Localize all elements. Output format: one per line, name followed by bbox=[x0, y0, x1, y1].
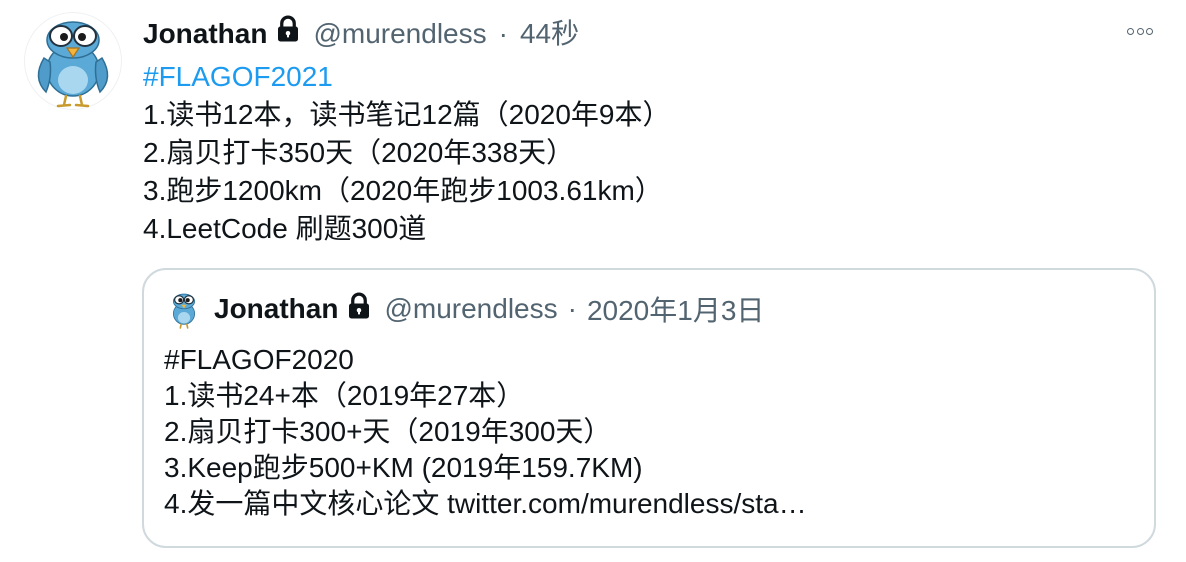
tweet-line: 3.跑步1200km（2020年跑步1003.61km） bbox=[143, 175, 663, 206]
quoted-line: 4.发一篇中文核心论文 twitter.com/murendless/sta… bbox=[164, 486, 807, 522]
quoted-truncated-link[interactable]: twitter.com/murendless/sta… bbox=[447, 488, 806, 519]
quoted-date: 2020年1月3日 bbox=[586, 295, 765, 326]
lock-icon bbox=[273, 14, 303, 55]
tweet-text: #FLAGOF2021 1.读书12本，读书笔记12篇（2020年9本） 2.扇… bbox=[143, 58, 671, 248]
quoted-author-name: Jonathan bbox=[214, 293, 339, 324]
avatar[interactable] bbox=[24, 12, 122, 110]
quoted-text: #FLAGOF2020 1.读书24+本（2019年27本） 2.扇贝打卡300… bbox=[164, 342, 807, 522]
tweet-line: 1.读书12本，读书笔记12篇（2020年9本） bbox=[143, 99, 671, 130]
lock-icon bbox=[344, 291, 374, 328]
tweet-line: 4.LeetCode 刷题300道 bbox=[143, 213, 427, 244]
quoted-line: 2.扇贝打卡300+天（2019年300天） bbox=[164, 416, 612, 447]
quoted-tweet-card[interactable]: Jonathan @murendless · 2020年1月3日 #FLAGOF… bbox=[142, 268, 1156, 548]
separator-dot: · bbox=[567, 293, 577, 324]
tweet-line: 2.扇贝打卡350天（2020年338天） bbox=[143, 137, 575, 168]
hashtag-link[interactable]: #FLAGOF2021 bbox=[143, 58, 671, 96]
more-options-button[interactable] bbox=[1120, 18, 1160, 44]
quoted-line: 1.读书24+本（2019年27本） bbox=[164, 380, 525, 411]
quoted-line: 3.Keep跑步500+KM (2019年159.7KM) bbox=[164, 452, 643, 483]
more-icon bbox=[1125, 27, 1154, 35]
quoted-author-handle: @murendless bbox=[384, 293, 558, 324]
bird-avatar-image bbox=[37, 21, 109, 108]
bird-avatar-image bbox=[172, 293, 196, 329]
quoted-header: Jonathan @murendless · 2020年1月3日 bbox=[214, 289, 764, 329]
author-handle[interactable]: @murendless bbox=[313, 14, 486, 54]
separator-dot: · bbox=[498, 18, 508, 49]
tweet-timestamp[interactable]: 44秒 bbox=[520, 14, 579, 54]
quoted-avatar bbox=[164, 290, 204, 330]
tweet-header: Jonathan @murendless · 44秒 bbox=[143, 14, 1143, 54]
quoted-line-text: 4.发一篇中文核心论文 bbox=[164, 488, 448, 519]
quoted-hashtag: #FLAGOF2020 bbox=[164, 344, 354, 375]
author-name[interactable]: Jonathan bbox=[143, 14, 267, 54]
